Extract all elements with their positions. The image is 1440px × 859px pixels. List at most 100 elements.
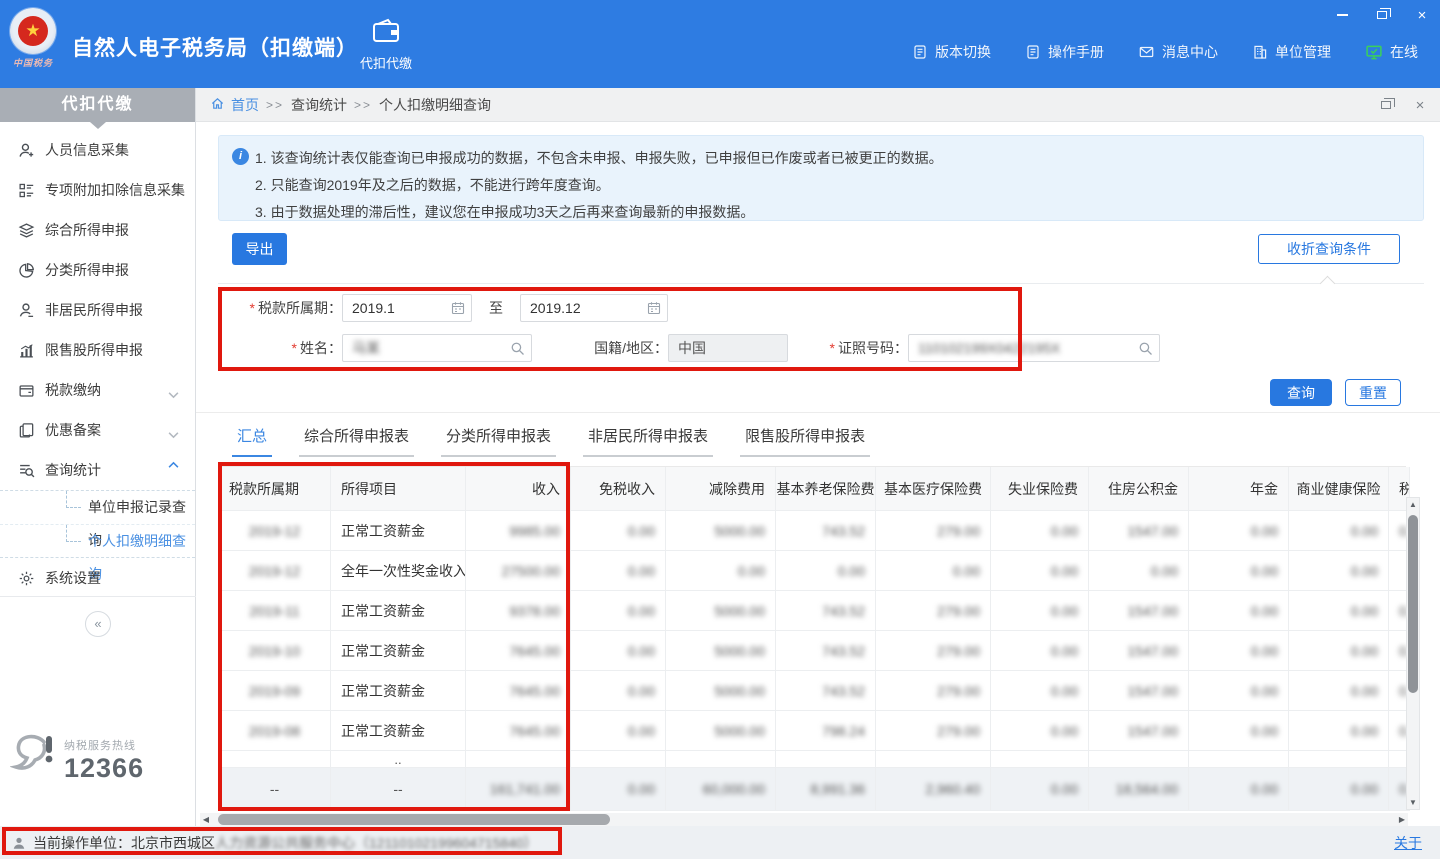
horizontal-scrollbar[interactable]: ◀ ▶ [200, 813, 1408, 826]
tab-3[interactable]: 分类所得申报表 [441, 425, 556, 457]
table-total-row: ----161,741.000.0060,000.008,991.362,960… [219, 768, 1406, 811]
breadcrumb: 首页 >> 查询统计 >> 个人扣缴明细查询 × [196, 88, 1440, 122]
masked-value: 2019-11 [249, 603, 299, 619]
sidebar-item-3[interactable]: 综合所得申报 [0, 210, 195, 250]
panel-restore-icon[interactable] [1378, 97, 1394, 113]
tab-1[interactable]: 汇总 [232, 425, 272, 457]
collapse-chevrons-icon[interactable]: « [85, 611, 111, 637]
sidebar-item-4[interactable]: 分类所得申报 [0, 250, 195, 290]
collapse-query-conditions-button[interactable]: 收折查询条件 [1258, 234, 1400, 264]
tab-2[interactable]: 综合所得申报表 [299, 425, 414, 457]
masked-value: 7645.00 [509, 643, 560, 659]
table-cell: 1547.00 [1089, 591, 1189, 631]
export-button[interactable]: 导出 [232, 233, 287, 265]
table-row[interactable]: 2019-12全年一次性奖金收入27500.000.000.000.000.00… [219, 551, 1406, 591]
masked-value: 2019-09 [249, 683, 300, 699]
panel-close-icon[interactable]: × [1412, 97, 1428, 113]
sidebar-item-label: 专项附加扣除信息采集 [45, 180, 185, 200]
table-cell: 7645.00 [466, 711, 571, 751]
name-input[interactable]: 马某 [342, 334, 532, 362]
restore-icon[interactable] [1374, 7, 1390, 23]
table-row[interactable]: 2019-10正常工资薪金7645.000.005000.00743.52279… [219, 631, 1406, 671]
table-cell: 5000.00 [666, 711, 776, 751]
table-cell: 5000.00 [666, 671, 776, 711]
table-cell: 0.00 [1289, 511, 1389, 551]
masked-value: 279.00 [937, 643, 980, 659]
table-cell: 1547.00 [1089, 671, 1189, 711]
table-cell: 0.00 [991, 671, 1089, 711]
gear-icon [18, 570, 35, 587]
search-icon[interactable] [1138, 341, 1153, 359]
tab-4[interactable]: 非居民所得申报表 [583, 425, 713, 457]
query-form-row-period: *税款所属期： 2019.1 至 2019.12 [218, 293, 668, 323]
vertical-scroll-thumb[interactable] [1408, 515, 1418, 693]
topbar-menu-item-5[interactable]: 在线 [1365, 42, 1418, 62]
table-cell: 全年一次性奖金收入 [331, 551, 466, 591]
query-form-row-person: *姓名： 马某 国籍/地区： 中国 *证照号码： 110102199X04221… [218, 333, 1160, 363]
scroll-right-arrow-icon[interactable]: ▶ [1396, 815, 1408, 824]
sidebar-item-2[interactable]: 专项附加扣除信息采集 [0, 170, 195, 210]
sidebar-item-9[interactable]: 查询统计 [0, 450, 195, 490]
column-header-2: 所得项目 [331, 467, 466, 511]
sidebar-collapse: « [0, 596, 196, 637]
reset-button[interactable]: 重置 [1345, 379, 1401, 406]
table-row[interactable]: 2019-11正常工资薪金9378.000.005000.00743.52279… [219, 591, 1406, 631]
close-icon[interactable]: × [1414, 7, 1430, 23]
about-link[interactable]: 关于 [1394, 833, 1422, 853]
table-cell: 0.00 [991, 711, 1089, 751]
column-header-8: 失业保险费 [991, 467, 1089, 511]
scroll-left-arrow-icon[interactable]: ◀ [200, 815, 212, 824]
breadcrumb-home[interactable]: 首页 [231, 95, 259, 115]
sidebar-item-label: 限售股所得申报 [45, 340, 143, 360]
column-header-5: 减除费用 [666, 467, 776, 511]
tab-withholding-module[interactable]: 代扣代缴 [350, 18, 422, 72]
tree-branch-icon [66, 491, 81, 508]
period-to-input[interactable]: 2019.12 [520, 294, 668, 322]
vertical-scrollbar[interactable]: ▲ ▼ [1406, 497, 1420, 810]
current-operating-unit-text: 当前操作单位：北京市西城区人力资源公共服务中心（1211010219960471… [33, 833, 538, 853]
table-row[interactable]: 2019-09正常工资薪金7645.000.005000.00743.52279… [219, 671, 1406, 711]
masked-value: 0.00 [1051, 563, 1078, 579]
table-cell: 0.00 [991, 551, 1089, 591]
topbar-menu-item-2[interactable]: 操作手册 [1025, 42, 1104, 62]
period-from-input[interactable]: 2019.1 [342, 294, 472, 322]
query-button[interactable]: 查询 [1270, 379, 1332, 406]
id-number-input[interactable]: 110102199X0422195X [908, 334, 1160, 362]
calendar-icon[interactable] [647, 301, 661, 318]
table-cell: 9378.00 [466, 591, 571, 631]
nationality-input: 中国 [668, 334, 788, 362]
search-icon[interactable] [510, 341, 525, 359]
table-cell: 2019-10 [219, 631, 331, 671]
table-row[interactable]: 2019-08正常工资薪金7645.000.005000.00798.24279… [219, 711, 1406, 751]
sidebar-item-5[interactable]: 非居民所得申报 [0, 290, 195, 330]
sidebar-subitem-1[interactable]: 单位申报记录查询 [0, 491, 195, 524]
person-add-icon [18, 142, 35, 159]
sidebar-item-label: 查询统计 [45, 460, 101, 480]
sidebar-item-6[interactable]: 限售股所得申报 [0, 330, 195, 370]
sidebar-item-10[interactable]: 系统设置 [0, 558, 195, 598]
minimize-icon[interactable] [1334, 7, 1350, 23]
sidebar-item-7[interactable]: 税款缴纳 [0, 370, 195, 410]
table-cell: 0.00 [1289, 551, 1389, 591]
horizontal-scroll-thumb[interactable] [218, 814, 610, 825]
scroll-up-arrow-icon[interactable]: ▲ [1407, 500, 1419, 509]
masked-value: 2019-12 [249, 563, 300, 579]
masked-value: 9378.00 [509, 603, 560, 619]
sidebar-item-8[interactable]: 优惠备案 [0, 410, 195, 450]
masked-value: 0.00 [1251, 603, 1278, 619]
sidebar-subitem-2[interactable]: 个人扣缴明细查询 [0, 524, 195, 557]
topbar: × ★ 中国税务 自然人电子税务局（扣缴端） 代扣代缴 版本切换操作手册消息中心… [0, 0, 1440, 88]
calendar-icon[interactable] [451, 301, 465, 318]
sidebar-item-1[interactable]: 人员信息采集 [0, 130, 195, 170]
table-cell: 0.00 [571, 631, 666, 671]
table-cell: 0.00 [991, 631, 1089, 671]
topbar-menu-item-1[interactable]: 版本切换 [912, 42, 991, 62]
tab-5[interactable]: 限售股所得申报表 [740, 425, 870, 457]
topbar-menu-item-3[interactable]: 消息中心 [1138, 42, 1218, 62]
table-row[interactable]: 2019-12正常工资薪金9985.000.005000.00743.52279… [219, 511, 1406, 551]
cell-value: 正常工资薪金 [341, 721, 425, 741]
scroll-down-arrow-icon[interactable]: ▼ [1407, 798, 1419, 807]
topbar-menu-item-4[interactable]: 单位管理 [1252, 42, 1331, 62]
table-cell: 0.00 [571, 511, 666, 551]
caret-up-icon [1320, 276, 1336, 292]
